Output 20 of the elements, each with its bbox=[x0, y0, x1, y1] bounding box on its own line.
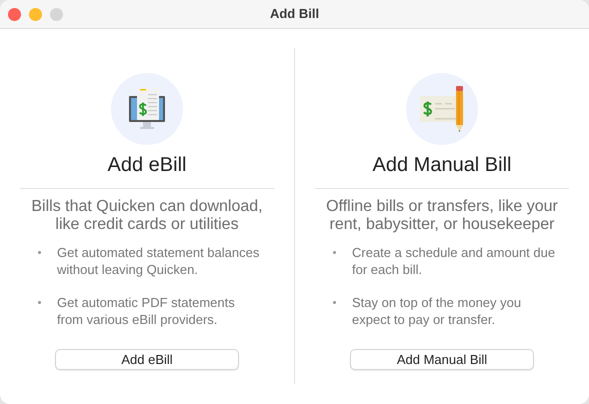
panel-title: Add Manual Bill bbox=[372, 153, 512, 177]
zoom-button[interactable] bbox=[50, 8, 63, 20]
panel-description: Bills that Quicken can download, like credit cards or utilities bbox=[30, 198, 264, 234]
bullet-text: Get automatic PDF statements from various eBill providers. bbox=[57, 294, 236, 328]
bullet-text: Create a schedule and amount due for each bill. bbox=[352, 244, 556, 278]
close-button[interactable] bbox=[8, 8, 21, 20]
monitor-bill-icon bbox=[127, 86, 167, 132]
bullet-text: Stay on top of the money you expect to pay or transfer. bbox=[352, 294, 522, 328]
panel-description: Offline bills or transfers, like your rent, babysitter, or housekeeper bbox=[325, 198, 559, 234]
bullet-icon bbox=[333, 251, 336, 254]
bullet-icon bbox=[38, 301, 41, 304]
bullet-text: Get automated statement balances without leaving Quicken. bbox=[57, 244, 260, 278]
minimize-button[interactable] bbox=[29, 8, 42, 20]
add-bill-button[interactable]: Add Manual Bill bbox=[350, 349, 534, 370]
window-title: Add Bill bbox=[270, 5, 320, 24]
check-pencil-icon bbox=[418, 84, 466, 134]
bullet-icon bbox=[333, 301, 336, 304]
add-bill-button[interactable]: Add eBill bbox=[55, 349, 239, 370]
panel-title: Add eBill bbox=[108, 153, 186, 177]
bullet-icon bbox=[38, 251, 41, 254]
